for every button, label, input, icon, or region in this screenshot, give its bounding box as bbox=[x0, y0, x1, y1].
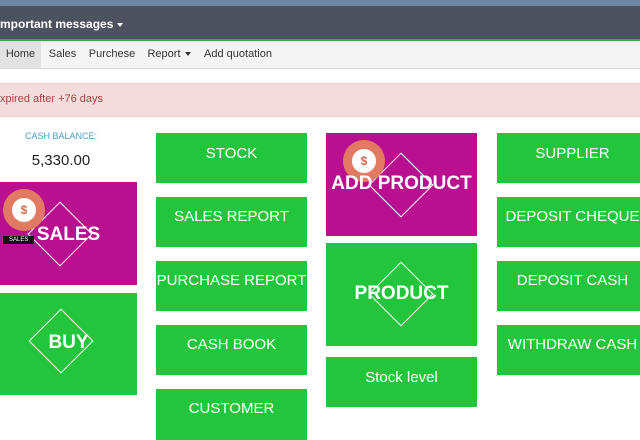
nav-report-dropdown[interactable]: Report bbox=[146, 41, 192, 68]
caret-down-icon bbox=[184, 52, 191, 57]
stock-tile-label: STOCK bbox=[205, 145, 258, 162]
purchase-report-tile-label: PURCHASE REPORT bbox=[156, 272, 307, 289]
add-product-tile[interactable]: $ ADD PRODUCT bbox=[326, 133, 477, 236]
cash-balance-value: 5,330.00 bbox=[31, 152, 91, 169]
buy-tile[interactable]: BUY bbox=[0, 293, 137, 395]
product-tile[interactable]: PRODUCT bbox=[326, 243, 477, 346]
withdraw-cash-tile-label: WITHDRAW CASH bbox=[507, 336, 638, 353]
expiry-alert-text: xpired after +76 days bbox=[0, 93, 104, 105]
money-bag-glyph: $ bbox=[352, 149, 376, 173]
buy-tile-label: BUY bbox=[48, 332, 89, 353]
nav-add-quotation[interactable]: Add quotation bbox=[203, 41, 273, 68]
sales-tile-label: SALES bbox=[36, 224, 101, 245]
caret-down-icon bbox=[117, 22, 124, 27]
deposit-cash-tile[interactable]: DEPOSIT CASH bbox=[497, 261, 640, 311]
customer-tile[interactable]: CUSTOMER bbox=[156, 389, 307, 440]
nav-report-label: Report bbox=[147, 48, 181, 60]
cash-balance-label: CASH BALANCE: bbox=[24, 131, 98, 141]
supplier-tile-label: SUPPLIER bbox=[535, 145, 610, 162]
supplier-tile[interactable]: SUPPLIER bbox=[497, 133, 640, 183]
product-tile-label: PRODUCT bbox=[354, 283, 449, 304]
withdraw-cash-tile[interactable]: WITHDRAW CASH bbox=[497, 325, 640, 375]
sales-tile[interactable]: $ SALES SALES bbox=[0, 182, 137, 285]
sales-report-tile-label: SALES REPORT bbox=[174, 208, 289, 225]
stock-level-tile-label: Stock level bbox=[365, 369, 438, 386]
main-navbar: Home Sales Purchese Report Add quotation bbox=[0, 41, 640, 69]
cash-book-tile-label: CASH BOOK bbox=[186, 336, 277, 353]
stock-level-tile[interactable]: Stock level bbox=[326, 357, 477, 407]
customer-tile-label: CUSTOMER bbox=[188, 400, 275, 417]
cash-book-tile[interactable]: CASH BOOK bbox=[156, 325, 307, 375]
nav-purchese[interactable]: Purchese bbox=[88, 41, 136, 68]
important-messages-dropdown[interactable]: mportant messages bbox=[0, 17, 124, 31]
top-bar: mportant messages bbox=[0, 6, 640, 39]
deposit-cheque-tile-label: DEPOSIT CHEQUE bbox=[505, 208, 640, 225]
money-bag-glyph: $ bbox=[12, 198, 36, 222]
add-product-tile-label: ADD PRODUCT bbox=[331, 173, 472, 194]
deposit-cheque-tile[interactable]: DEPOSIT CHEQUE bbox=[497, 197, 640, 247]
deposit-cash-tile-label: DEPOSIT CASH bbox=[516, 272, 629, 289]
nav-home[interactable]: Home bbox=[0, 41, 41, 68]
expiry-alert: xpired after +76 days bbox=[0, 83, 640, 117]
purchase-report-tile[interactable]: PURCHASE REPORT bbox=[156, 261, 307, 311]
sales-report-tile[interactable]: SALES REPORT bbox=[156, 197, 307, 247]
stock-tile[interactable]: STOCK bbox=[156, 133, 307, 183]
important-messages-label: mportant messages bbox=[0, 17, 114, 31]
nav-sales[interactable]: Sales bbox=[47, 41, 78, 68]
